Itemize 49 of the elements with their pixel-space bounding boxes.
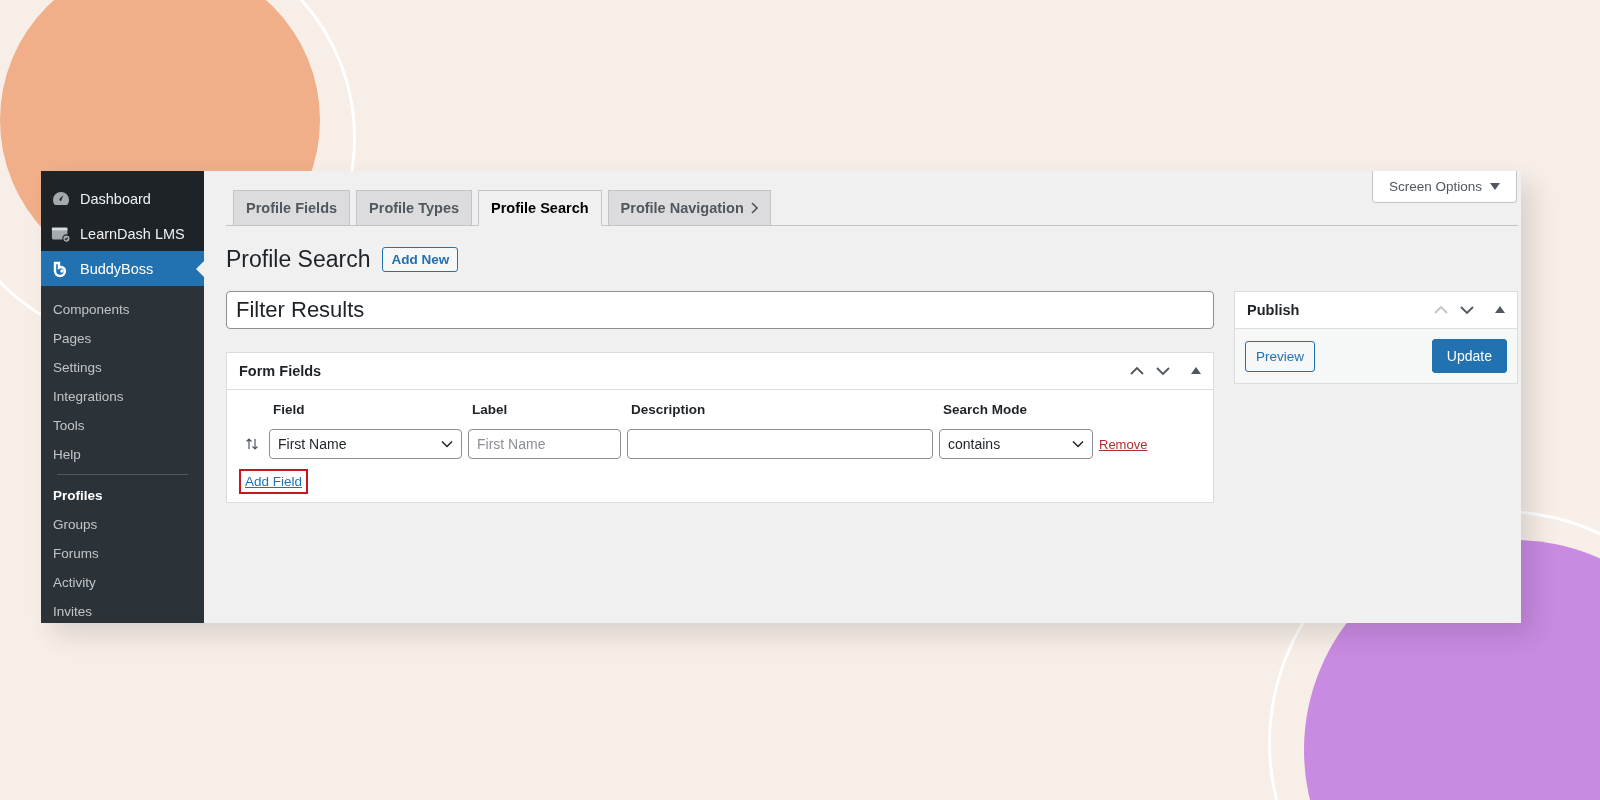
sort-arrows-icon[interactable]: [245, 437, 259, 451]
chevron-right-icon: [749, 202, 758, 214]
add-field-link[interactable]: Add Field: [239, 469, 309, 494]
update-button[interactable]: Update: [1431, 339, 1507, 373]
nav-tab[interactable]: Profile Search: [478, 190, 602, 226]
field-select[interactable]: First Name: [269, 429, 462, 459]
chevron-down-icon[interactable]: [1155, 366, 1171, 376]
submenu-item[interactable]: Invites: [41, 597, 204, 623]
chevron-up-icon[interactable]: [1129, 366, 1145, 376]
chevron-down-icon: [1072, 440, 1084, 448]
submenu-item[interactable]: Settings: [41, 353, 204, 382]
chevron-down-icon: [441, 440, 453, 448]
panel-title: Publish: [1247, 302, 1300, 318]
triangle-up-icon[interactable]: [1191, 367, 1201, 375]
column-header: Field: [272, 402, 306, 417]
nav-tab[interactable]: Profile Fields: [233, 190, 351, 225]
screen-options-button[interactable]: Screen Options: [1371, 171, 1517, 203]
column-header: Search Mode: [942, 402, 1029, 417]
title-input[interactable]: Filter Results: [226, 291, 1214, 329]
submenu-item[interactable]: Integrations: [41, 382, 204, 411]
search-mode-select[interactable]: contains: [939, 429, 1093, 459]
submenu-item[interactable]: Components: [41, 295, 204, 324]
menu-label: LearnDash LMS: [80, 225, 185, 242]
submenu-item[interactable]: Profiles: [41, 481, 204, 510]
sidebar-menu-item[interactable]: Dashboard: [41, 171, 204, 216]
menu-label: Dashboard: [80, 190, 151, 207]
page-title: Profile Search: [226, 246, 371, 273]
triangle-up-icon[interactable]: [1495, 306, 1505, 314]
column-header: Description: [630, 402, 707, 417]
nav-tab[interactable]: Profile Navigation: [607, 190, 771, 225]
description-input[interactable]: [627, 429, 933, 459]
panel-title: Form Fields: [239, 363, 322, 379]
submenu-item[interactable]: Activity: [41, 568, 204, 597]
preview-button[interactable]: Preview: [1245, 340, 1315, 372]
remove-link[interactable]: Remove: [1099, 436, 1201, 452]
sidebar-menu-item[interactable]: BuddyBoss: [41, 251, 204, 286]
column-header: Label: [471, 402, 509, 417]
menu-label: BuddyBoss: [80, 260, 154, 277]
submenu-item[interactable]: Groups: [41, 510, 204, 539]
submenu-item[interactable]: Pages: [41, 324, 204, 353]
sidebar-menu-item[interactable]: LearnDash LMS: [41, 216, 204, 251]
submenu-item[interactable]: Help: [41, 440, 204, 469]
add-new-button[interactable]: Add New: [382, 247, 459, 272]
nav-tab[interactable]: Profile Types: [356, 190, 473, 225]
chevron-down-icon[interactable]: [1459, 305, 1475, 315]
submenu-item[interactable]: Tools: [41, 411, 204, 440]
triangle-down-icon: [1490, 182, 1500, 191]
submenu-item[interactable]: Forums: [41, 539, 204, 568]
label-input[interactable]: First Name: [468, 429, 621, 459]
